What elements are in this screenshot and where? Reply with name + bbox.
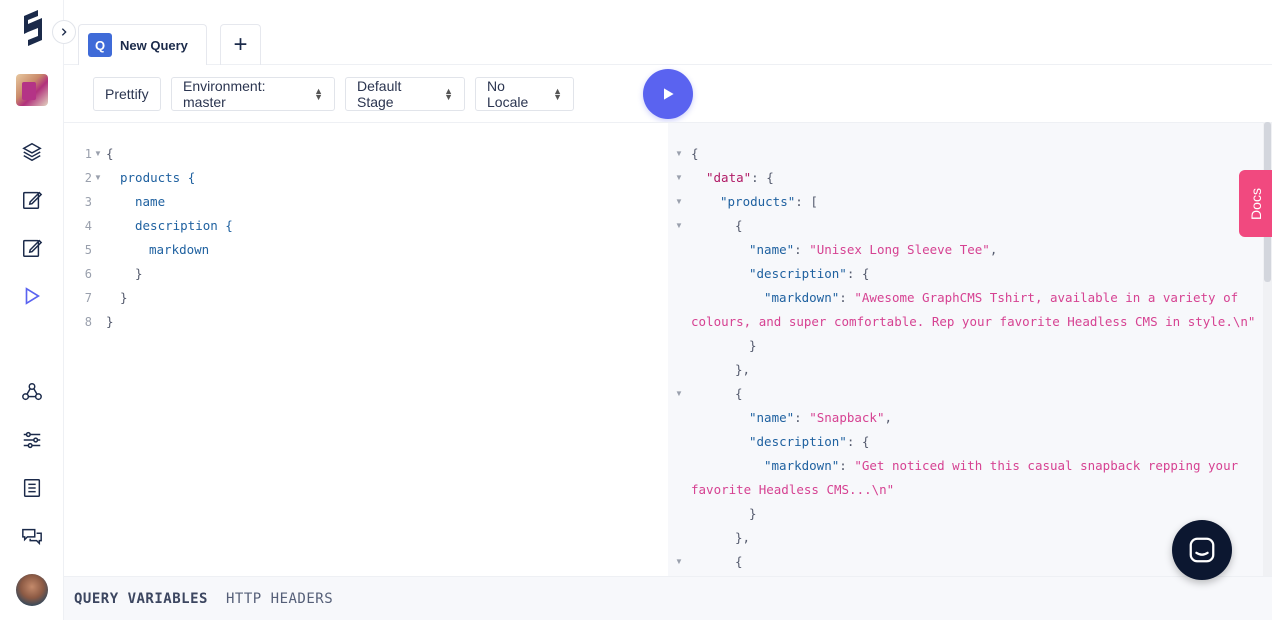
select-arrows-icon: ▲ ▼ xyxy=(444,86,453,102)
result-line: "description": { xyxy=(749,434,870,449)
query-badge: Q xyxy=(88,33,112,57)
result-line: { xyxy=(691,146,699,161)
result-line: "markdown": "Awesome GraphCMS Tshirt, av… xyxy=(764,290,1239,305)
docs-button[interactable]: Docs xyxy=(1239,170,1272,237)
code-line: name xyxy=(135,194,166,209)
sliders-icon[interactable] xyxy=(20,428,44,452)
environment-select[interactable]: Environment: master ▲ ▼ xyxy=(171,77,335,111)
code-line: } xyxy=(106,314,114,329)
docs-label: Docs xyxy=(1247,187,1264,220)
tab-new-query[interactable]: Q New Query xyxy=(78,24,207,65)
result-line: { xyxy=(735,386,743,401)
tab-query-variables[interactable]: QUERY VARIABLES xyxy=(74,591,208,607)
result-viewer[interactable]: ▼ { ▼ "data": { ▼ "products": [ ▼ { "nam… xyxy=(668,122,1263,576)
result-line: { xyxy=(735,554,743,569)
book-icon[interactable] xyxy=(20,476,44,500)
query-tab-bar: Q New Query + xyxy=(64,0,1272,65)
code-line: } xyxy=(135,266,143,281)
fold-arrow-icon[interactable]: ▼ xyxy=(675,142,683,166)
line-number: 5 xyxy=(84,243,92,257)
locale-label: No Locale xyxy=(487,78,529,110)
edit-icon[interactable] xyxy=(20,236,44,260)
bottom-panel-tabs: QUERY VARIABLES HTTP HEADERS xyxy=(64,576,1272,620)
result-line: "markdown": "Get noticed with this casua… xyxy=(764,458,1239,473)
code-line: { xyxy=(106,146,114,161)
chat-icon[interactable] xyxy=(20,524,44,548)
result-line: "name": "Unisex Long Sleeve Tee", xyxy=(749,242,998,257)
fold-arrow-icon[interactable]: ▼ xyxy=(675,214,683,238)
query-editor[interactable]: 1 ▼ { 2 ▼ products { 3 name 4 descriptio… xyxy=(64,122,668,576)
layers-icon[interactable] xyxy=(20,140,44,164)
fold-arrow-icon[interactable]: ▼ xyxy=(94,166,102,190)
fold-arrow-icon[interactable]: ▼ xyxy=(675,550,683,574)
line-number: 8 xyxy=(84,315,92,329)
line-number: 7 xyxy=(84,291,92,305)
play-icon xyxy=(664,88,674,100)
line-number: 4 xyxy=(84,219,92,233)
app-window: Q New Query + Prettify Environment: mast… xyxy=(0,0,1272,620)
code-line: description { xyxy=(135,218,233,233)
result-line: colours, and super comfortable. Rep your… xyxy=(691,314,1256,329)
tab-label: New Query xyxy=(120,37,188,53)
result-line: favorite Headless CMS...\n" xyxy=(691,482,895,497)
stage-select[interactable]: Default Stage ▲ ▼ xyxy=(345,77,465,111)
fold-arrow-icon[interactable]: ▼ xyxy=(94,142,102,166)
result-line: "description": { xyxy=(749,266,870,281)
project-avatar[interactable] xyxy=(16,74,48,106)
sidebar xyxy=(0,0,64,620)
toolbar: Prettify Environment: master ▲ ▼ Default … xyxy=(64,65,1272,122)
code-line: } xyxy=(120,290,128,305)
select-arrows-icon: ▲ ▼ xyxy=(314,86,323,102)
chat-icon xyxy=(1189,537,1215,563)
fold-arrow-icon[interactable]: ▼ xyxy=(675,382,683,406)
line-number: 1 xyxy=(84,147,92,161)
user-avatar[interactable] xyxy=(16,574,48,606)
result-line: "data": { xyxy=(706,170,774,185)
line-number: 2 xyxy=(84,171,92,185)
select-arrows-icon: ▲ ▼ xyxy=(553,86,562,102)
add-tab-button[interactable]: + xyxy=(220,24,261,65)
chevron-right-icon[interactable] xyxy=(52,20,76,44)
line-number: 3 xyxy=(84,195,92,209)
fold-arrow-icon[interactable]: ▼ xyxy=(675,166,683,190)
graphcms-logo-icon[interactable] xyxy=(20,10,46,50)
play-icon[interactable] xyxy=(20,284,44,308)
result-line: } xyxy=(749,338,757,353)
result-line: "name": "Snapback", xyxy=(749,410,893,425)
edit-icon[interactable] xyxy=(20,188,44,212)
result-line: }, xyxy=(735,530,751,545)
chat-launcher-button[interactable] xyxy=(1172,520,1232,580)
code-line: markdown xyxy=(149,242,210,257)
result-line: { xyxy=(735,218,743,233)
result-line: }, xyxy=(735,362,751,377)
environment-label: Environment: master xyxy=(183,78,266,110)
result-line: "products": [ xyxy=(720,194,818,209)
webhook-icon[interactable] xyxy=(20,380,44,404)
tab-http-headers[interactable]: HTTP HEADERS xyxy=(226,591,333,607)
result-line: } xyxy=(749,506,757,521)
stage-label: Default Stage xyxy=(357,78,402,110)
fold-arrow-icon[interactable]: ▼ xyxy=(675,190,683,214)
prettify-label: Prettify xyxy=(105,86,149,102)
prettify-button[interactable]: Prettify xyxy=(93,77,161,111)
line-number: 6 xyxy=(84,267,92,281)
run-query-button[interactable] xyxy=(643,69,693,119)
locale-select[interactable]: No Locale ▲ ▼ xyxy=(475,77,574,111)
code-line: products { xyxy=(120,170,196,185)
